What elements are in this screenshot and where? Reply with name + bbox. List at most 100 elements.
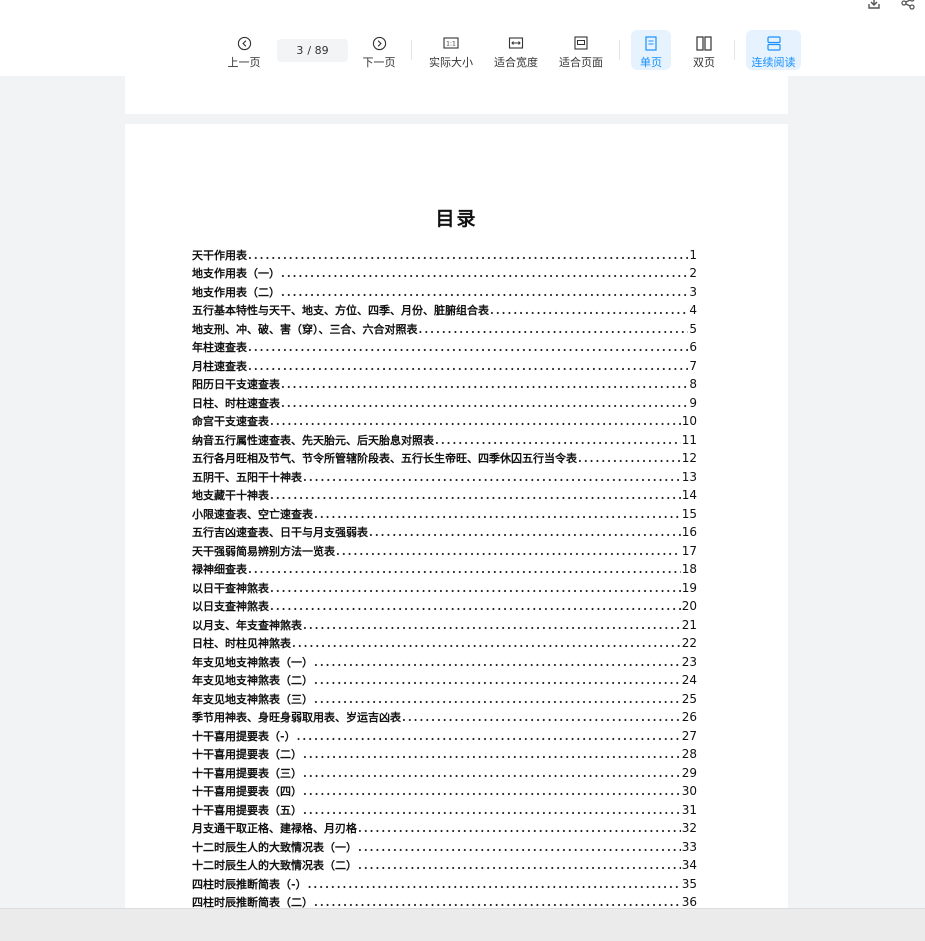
toc-entry-page: 5	[689, 321, 697, 336]
toc-entry[interactable]: 年支见地支神煞表（三） 25	[192, 687, 697, 706]
prev-page-button[interactable]: 上一页	[226, 30, 262, 70]
toc-entry-page: 7	[689, 358, 697, 373]
toc-entry[interactable]: 月柱速查表 7	[192, 354, 697, 373]
next-page-button[interactable]: 下一页	[361, 30, 397, 70]
toc-entry[interactable]: 十干喜用提要表（二） 28	[192, 743, 697, 762]
toc-entry-title: 天干强弱简易辨别方法一览表	[192, 544, 335, 558]
toc-dot-leader	[419, 323, 689, 336]
toc-entry-page: 17	[681, 543, 697, 558]
toc-dot-leader	[303, 767, 681, 780]
toc-dot-leader	[303, 785, 681, 798]
toc-dot-leader	[303, 471, 681, 484]
toc-entry-page: 19	[681, 580, 697, 595]
toc-entry-page: 29	[681, 765, 697, 780]
toc-entry[interactable]: 以月支、年支查神煞表 21	[192, 613, 697, 632]
toc-entry[interactable]: 十干喜用提要表（三） 29	[192, 761, 697, 780]
fit-page-button[interactable]: 适合页面	[557, 30, 605, 70]
continuous-reading-icon	[765, 34, 783, 52]
toc-entry[interactable]: 五行基本特性与天干、地支、方位、四季、月份、脏腑组合表 4	[192, 299, 697, 318]
actual-size-label: 实际大小	[429, 56, 473, 69]
toc-entry[interactable]: 十二时辰生人的大致情况表（二） 34	[192, 854, 697, 873]
single-page-button[interactable]: 单页	[631, 30, 671, 70]
toc-dot-leader	[248, 249, 688, 262]
toc-entry[interactable]: 十干喜用提要表（四） 30	[192, 780, 697, 799]
toc-entry-title: 五行吉凶速查表、日干与月支强弱表	[192, 526, 368, 539]
toc-entry[interactable]: 天干作用表 1	[192, 243, 697, 262]
actual-size-button[interactable]: 1:1 实际大小	[427, 30, 475, 70]
toc-title: 目录	[435, 208, 478, 230]
fit-width-button[interactable]: 适合宽度	[492, 30, 540, 70]
toc-entry[interactable]: 五行各月旺相及节气、节令所管辖阶段表、五行长生帝旺、四季休囚五行当令表 12	[192, 447, 697, 466]
svg-text:1:1: 1:1	[446, 41, 456, 48]
toc-entry[interactable]: 阳历日干支速查表 8	[192, 373, 697, 392]
single-page-icon	[642, 34, 660, 52]
toc-dot-leader	[314, 896, 681, 908]
toc-entry[interactable]: 季节用神表、身旺身弱取用表、岁运吉凶表 26	[192, 706, 697, 725]
toc-entry[interactable]: 年支见地支神煞表（一） 23	[192, 650, 697, 669]
toc-dot-leader	[270, 489, 681, 502]
toc-dot-leader	[402, 711, 681, 724]
toc-entry[interactable]: 十干喜用提要表（五） 31	[192, 798, 697, 817]
share-icon[interactable]	[899, 0, 917, 12]
toc-entry[interactable]: 五阴干、五阳干十神表 13	[192, 465, 697, 484]
toc-entry[interactable]: 年支见地支神煞表（二） 24	[192, 669, 697, 688]
toc-entry[interactable]: 四柱时辰推断简表（-） 35	[192, 872, 697, 891]
viewer-toolbar: 上一页 下一页 1:1 实际大小 适合宽度 适合页面 单页 双页 连续阅读	[0, 24, 925, 76]
toc-dot-leader	[314, 693, 681, 706]
toc-entry[interactable]: 地支刑、冲、破、害（穿）、三合、六合对照表 5	[192, 317, 697, 336]
toc-dot-leader	[490, 304, 688, 317]
toc-dot-leader	[308, 878, 681, 891]
toc-entry[interactable]: 天干强弱简易辨别方法一览表 17	[192, 539, 697, 558]
toc-dot-leader	[270, 582, 681, 595]
next-page-label: 下一页	[362, 56, 396, 69]
toc-entry[interactable]: 以日干查神煞表 19	[192, 576, 697, 595]
toc-entry-title: 五阴干、五阳干十神表	[192, 470, 302, 484]
toc-entry[interactable]: 月支通干取正格、建禄格、月刃格 32	[192, 817, 697, 836]
toc-entry[interactable]: 小限速查表、空亡速查表 15	[192, 502, 697, 521]
page-number-input[interactable]: 3 / 89	[277, 39, 348, 62]
continuous-reading-button[interactable]: 连续阅读	[746, 30, 801, 70]
toc-dot-leader	[303, 804, 681, 817]
toolbar-divider	[619, 40, 620, 60]
toc-entry[interactable]: 地支作用表（一） 2	[192, 262, 697, 281]
toc-entry[interactable]: 十二时辰生人的大致情况表（一） 33	[192, 835, 697, 854]
double-page-label: 双页	[693, 56, 715, 69]
toc-entry-title: 地支作用表（一）	[192, 267, 280, 280]
toc-dot-leader	[297, 730, 681, 743]
toc-entry[interactable]: 地支作用表（二） 3	[192, 280, 697, 299]
toc-entry-page: 4	[689, 303, 697, 317]
toc-entry[interactable]: 年柱速查表 6	[192, 336, 697, 355]
toc-entry[interactable]: 日柱、时柱速查表 9	[192, 391, 697, 410]
toc-entry-page: 10	[681, 414, 697, 428]
toc-entry-page: 21	[681, 617, 697, 632]
toc-entry[interactable]: 地支藏干十神表 14	[192, 484, 697, 503]
toc-entry[interactable]: 纳音五行属性速查表、先天胎元、后天胎息对照表 11	[192, 428, 697, 447]
toc-entry[interactable]: 日柱、时柱见神煞表 22	[192, 632, 697, 651]
toc-entry-title: 十干喜用提要表（五）	[192, 803, 302, 817]
toc-entry-page: 6	[689, 340, 697, 354]
chevron-right-circle-icon	[370, 34, 388, 52]
toc-entry-title: 月支通干取正格、建禄格、月刃格	[192, 822, 357, 835]
toc-entry[interactable]: 禄神细查表 18	[192, 558, 697, 577]
prev-page-label: 上一页	[227, 56, 261, 69]
toc-entry-title: 地支刑、冲、破、害（穿）、三合、六合对照表	[192, 322, 418, 336]
total-pages: / 89	[307, 44, 329, 57]
fit-page-label: 适合页面	[559, 56, 603, 69]
toc-entry[interactable]: 五行吉凶速查表、日干与月支强弱表 16	[192, 521, 697, 540]
previous-page-sheet	[125, 76, 788, 114]
toc-entry-page: 14	[681, 488, 697, 502]
toc-entry-title: 十二时辰生人的大致情况表（二）	[192, 859, 357, 872]
toc-entry[interactable]: 四柱时辰推断简表（二） 36	[192, 891, 697, 909]
toc-dot-leader	[281, 286, 688, 299]
current-page-number[interactable]: 3	[296, 44, 303, 57]
toc-entry[interactable]: 十干喜用提要表（-） 27	[192, 724, 697, 743]
double-page-button[interactable]: 双页	[686, 30, 722, 70]
toc-entry[interactable]: 以日支查神煞表 20	[192, 595, 697, 614]
download-icon[interactable]	[865, 0, 883, 12]
toc-entry-title: 十二时辰生人的大致情况表（一）	[192, 840, 357, 854]
document-viewer[interactable]: 目录 天干作用表1地支作用表（一）2地支作用表（二）3五行基本特性与天干、地支、…	[0, 76, 925, 908]
toc-list: 天干作用表1地支作用表（一）2地支作用表（二）3五行基本特性与天干、地支、方位、…	[192, 243, 697, 908]
toc-entry-page: 31	[681, 802, 697, 817]
toc-entry[interactable]: 命宫干支速查表 10	[192, 410, 697, 429]
toc-entry-title: 禄神细查表	[192, 563, 247, 576]
